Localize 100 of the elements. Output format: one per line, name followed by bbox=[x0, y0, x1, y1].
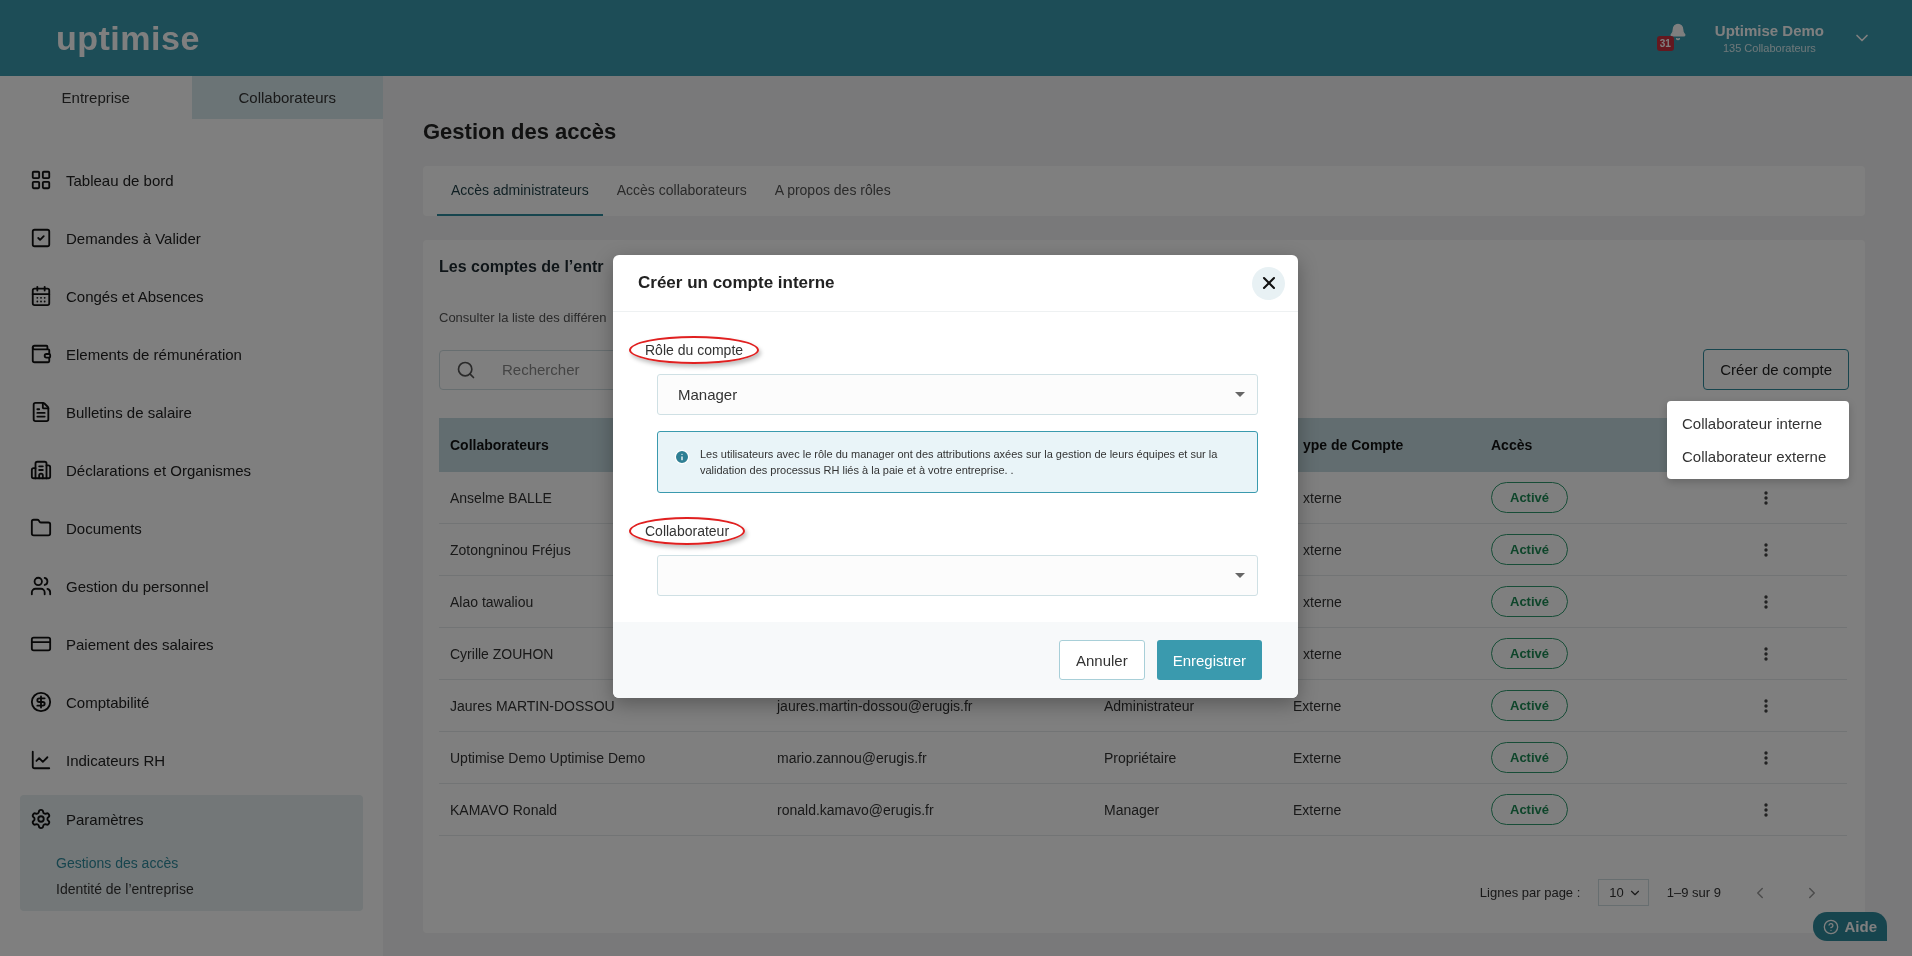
wallet-icon bbox=[30, 343, 52, 365]
tab[interactable]: Accès administrateurs bbox=[437, 166, 603, 216]
table-cell: mario.zannou@erugis.fr bbox=[777, 749, 927, 766]
table-cell: Uptimise Demo Uptimise Demo bbox=[450, 749, 646, 766]
rows-per-page-label: Lignes par page : bbox=[1479, 885, 1581, 900]
sidebar-item[interactable]: Paiement des salaires bbox=[20, 615, 363, 673]
rows-per-page-select[interactable]: 10 bbox=[1598, 879, 1649, 906]
sidebar-item[interactable]: Indicateurs RH bbox=[20, 731, 363, 789]
menu-item[interactable]: Collaborateur interne bbox=[1667, 407, 1849, 440]
more-button[interactable] bbox=[1762, 488, 1770, 507]
table-cell: jaures.martin-dossou@erugis.fr bbox=[777, 697, 973, 714]
table-cell: Zotongninou Fréjus bbox=[450, 541, 571, 558]
menu-item[interactable]: Collaborateur externe bbox=[1667, 440, 1849, 473]
info-text: Les utilisateurs avec le rôle du manager ont des attributions axées sur la gestion de leurs équipes et sur la validation des processus RH liés à la paie et à votre entreprise. . bbox=[700, 447, 1219, 478]
tab[interactable]: A propos des rôles bbox=[760, 166, 905, 216]
help-icon bbox=[1823, 918, 1840, 935]
more-icon bbox=[1764, 698, 1768, 713]
notification-button[interactable]: 31 bbox=[1656, 23, 1687, 53]
more-button[interactable] bbox=[1762, 592, 1770, 611]
account-subtitle: 135 Collaborateurs bbox=[1722, 42, 1816, 54]
page-range: 1–9 sur 9 bbox=[1666, 885, 1721, 900]
tab[interactable]: Accès collaborateurs bbox=[602, 166, 761, 216]
folder-icon bbox=[30, 517, 52, 539]
more-icon bbox=[1764, 750, 1768, 765]
dropdown-arrow-icon bbox=[1235, 573, 1245, 578]
table-cell: xterne bbox=[1303, 489, 1342, 506]
column-header: Collaborateurs bbox=[450, 437, 549, 453]
table-cell: Administrateur bbox=[1104, 697, 1195, 714]
table-cell: ronald.kamavo@erugis.fr bbox=[777, 801, 934, 818]
sidebar-label: Gestion du personnel bbox=[66, 577, 209, 595]
sidebar-label: Congés et Absences bbox=[66, 287, 204, 305]
dollar-icon bbox=[30, 691, 52, 713]
create-account-button[interactable]: Créer de compte bbox=[1703, 349, 1849, 390]
sidebar-label: Tableau de bord bbox=[66, 171, 174, 189]
cancel-button[interactable]: Annuler bbox=[1058, 640, 1145, 680]
sidebar-label: Comptabilité bbox=[66, 693, 150, 711]
dialog-title: Créer un compte interne bbox=[638, 273, 835, 293]
sidebar-item[interactable]: Documents bbox=[20, 499, 363, 557]
select-field[interactable]: Manager bbox=[657, 374, 1258, 415]
sidebar-item[interactable]: Demandes à Valider bbox=[20, 209, 363, 267]
more-button[interactable] bbox=[1762, 800, 1770, 819]
submenu-item[interactable]: Identité de l’entreprise bbox=[56, 881, 363, 897]
sidebar-label: Indicateurs RH bbox=[66, 751, 166, 769]
table-cell: KAMAVO Ronald bbox=[450, 801, 558, 818]
table-cell: Externe bbox=[1293, 697, 1342, 714]
settings-icon bbox=[30, 808, 52, 830]
table-cell: Manager bbox=[1104, 801, 1160, 818]
sidebar-item[interactable]: Bulletins de salaire bbox=[20, 383, 363, 441]
table-cell: xterne bbox=[1303, 541, 1342, 558]
grid-icon bbox=[30, 169, 52, 191]
more-button[interactable] bbox=[1762, 748, 1770, 767]
sidebar-item[interactable]: Déclarations et Organismes bbox=[20, 441, 363, 499]
dropdown-arrow-icon bbox=[1235, 392, 1245, 397]
table-cell: Alao tawaliou bbox=[450, 593, 534, 610]
column-header: ype de Compte bbox=[1303, 437, 1404, 453]
more-icon bbox=[1764, 646, 1768, 661]
sidebar-item[interactable]: Elements de rémunération bbox=[20, 325, 363, 383]
sidebar-label: Paramètres bbox=[66, 810, 144, 828]
people-icon bbox=[30, 575, 52, 597]
save-button[interactable]: Enregistrer bbox=[1156, 640, 1262, 680]
table-cell: Anselme BALLE bbox=[450, 489, 552, 506]
calendar-icon bbox=[30, 285, 52, 307]
table-cell: Propriétaire bbox=[1104, 749, 1177, 766]
sidebar-label: Elements de rémunération bbox=[66, 345, 242, 363]
card-subtitle: Consulter la liste des différen bbox=[439, 310, 607, 325]
close-button[interactable] bbox=[1252, 266, 1285, 300]
table-cell: xterne bbox=[1303, 593, 1342, 610]
logo: uptimise bbox=[56, 18, 200, 58]
help-button[interactable]: Aide bbox=[1813, 912, 1887, 941]
account-name: Uptimise Demo bbox=[1714, 22, 1824, 39]
sidebar-item[interactable]: Gestion du personnel bbox=[20, 557, 363, 615]
sidebar-label: Demandes à Valider bbox=[66, 229, 201, 247]
column-header: Accès bbox=[1491, 437, 1533, 453]
notification-count: 31 bbox=[1656, 36, 1674, 51]
more-button[interactable] bbox=[1762, 644, 1770, 663]
building-icon bbox=[30, 459, 52, 481]
sidebar-item[interactable]: Comptabilité bbox=[20, 673, 363, 731]
info-icon bbox=[674, 449, 690, 465]
sidebar-item[interactable]: Paramètres bbox=[20, 795, 363, 843]
field-label: Rôle du compte bbox=[629, 336, 760, 364]
more-button[interactable] bbox=[1762, 696, 1770, 715]
table-cell: Cyrille ZOUHON bbox=[450, 645, 554, 662]
sidebar-label: Paiement des salaires bbox=[66, 635, 214, 653]
page-title: Gestion des accès bbox=[423, 119, 618, 145]
card-title: Les comptes de l’entr bbox=[439, 258, 604, 276]
table-cell: Externe bbox=[1293, 749, 1342, 766]
table-cell: Jaures MARTIN-DOSSOU bbox=[450, 697, 615, 714]
bell-icon bbox=[1668, 23, 1687, 41]
sidebar-item[interactable]: Tableau de bord bbox=[20, 151, 363, 209]
checkbox-icon bbox=[30, 227, 52, 249]
more-button[interactable] bbox=[1762, 540, 1770, 559]
sidebar-item[interactable]: Congés et Absences bbox=[20, 267, 363, 325]
more-icon bbox=[1764, 594, 1768, 609]
select-field[interactable] bbox=[657, 555, 1258, 596]
sidebar-label: Bulletins de salaire bbox=[66, 403, 192, 421]
search-icon bbox=[456, 359, 476, 380]
table-cell: xterne bbox=[1303, 645, 1342, 662]
table-cell: Externe bbox=[1293, 801, 1342, 818]
more-icon bbox=[1764, 542, 1768, 557]
sidebar-tab[interactable]: Collaborateurs bbox=[191, 76, 383, 119]
